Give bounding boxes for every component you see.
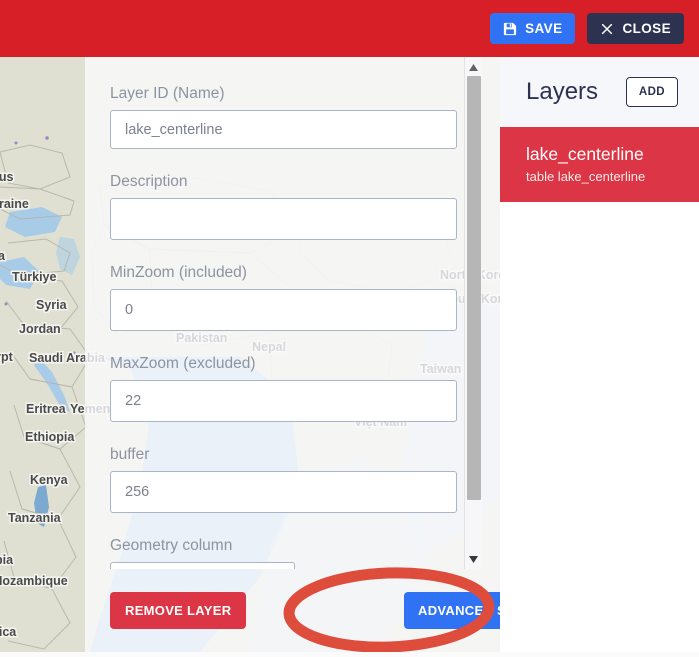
- close-icon: [600, 22, 614, 36]
- field-buffer: buffer: [110, 446, 457, 513]
- map-label: Türkiye: [12, 270, 56, 284]
- map-label: kraine: [0, 197, 29, 211]
- layer-list-item-lake-centerline[interactable]: lake_centerline table lake_centerline: [500, 127, 699, 202]
- field-label-geometry-column: Geometry column: [110, 537, 457, 555]
- field-label-minzoom: MinZoom (included): [110, 264, 457, 282]
- map-label: ypt: [0, 350, 13, 364]
- map-label: Mozambique: [0, 574, 68, 588]
- buffer-input[interactable]: [110, 471, 457, 513]
- save-icon: [503, 22, 517, 36]
- scrollbar-thumb[interactable]: [467, 76, 481, 500]
- field-geometry-column: Geometry column: [110, 537, 457, 569]
- layers-sidebar: Layers ADD lake_centerline table lake_ce…: [500, 57, 699, 652]
- geometry-column-input[interactable]: [110, 562, 295, 569]
- field-maxzoom: MaxZoom (excluded): [110, 355, 457, 422]
- map-label: Eritrea: [26, 402, 66, 416]
- field-layer-id: Layer ID (Name): [110, 85, 457, 149]
- field-minzoom: MinZoom (included): [110, 264, 457, 331]
- layer-settings-panel: Layer ID (Name) Description MinZoom (inc…: [85, 57, 500, 652]
- map-label: bia: [0, 553, 13, 567]
- minzoom-input[interactable]: [110, 289, 457, 331]
- close-button[interactable]: CLOSE: [587, 13, 684, 44]
- description-input[interactable]: [110, 198, 457, 240]
- layer-id-input[interactable]: [110, 110, 457, 149]
- save-button[interactable]: SAVE: [490, 13, 575, 44]
- layers-title: Layers: [526, 78, 598, 106]
- layers-sidebar-header: Layers ADD: [500, 57, 699, 127]
- field-description: Description: [110, 173, 457, 240]
- map-label: Jordan: [19, 322, 61, 336]
- close-button-label: CLOSE: [622, 21, 671, 36]
- map-label: rus: [0, 170, 13, 184]
- map-label: a: [0, 249, 5, 263]
- remove-layer-button[interactable]: REMOVE LAYER: [110, 592, 246, 629]
- maxzoom-input[interactable]: [110, 380, 457, 422]
- map-label: rica: [0, 625, 16, 639]
- layer-item-subtitle: table lake_centerline: [526, 169, 699, 184]
- field-label-layer-id: Layer ID (Name): [110, 85, 457, 103]
- field-label-maxzoom: MaxZoom (excluded): [110, 355, 457, 373]
- map-label: Syria: [36, 298, 67, 312]
- field-label-description: Description: [110, 173, 457, 191]
- save-button-label: SAVE: [525, 21, 562, 36]
- field-label-buffer: buffer: [110, 446, 457, 464]
- add-layer-button[interactable]: ADD: [626, 77, 678, 107]
- scroll-down-arrow-icon[interactable]: [465, 551, 482, 567]
- layer-item-name: lake_centerline: [526, 143, 699, 167]
- panel-footer: REMOVE LAYER ADVANCED SQL EDITOR: [85, 569, 500, 652]
- map-label: Tanzania: [8, 511, 61, 525]
- top-action-bar: SAVE CLOSE: [0, 0, 699, 57]
- form-scrollbar[interactable]: [464, 57, 482, 569]
- map-label: Ethiopia: [25, 430, 74, 444]
- layer-settings-form: Layer ID (Name) Description MinZoom (inc…: [85, 57, 482, 569]
- scroll-up-arrow-icon[interactable]: [465, 59, 482, 75]
- map-label: Kenya: [30, 473, 68, 487]
